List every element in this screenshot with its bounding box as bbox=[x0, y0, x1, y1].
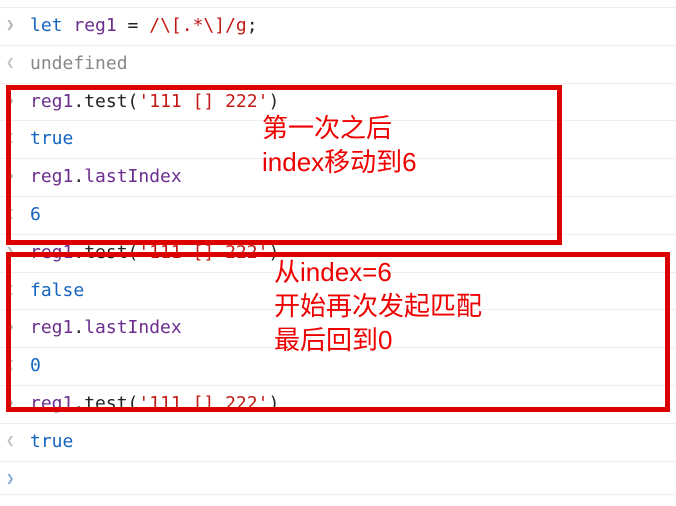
annotation-text-1: 第一次之后 index移动到6 bbox=[262, 112, 417, 180]
console-line: true bbox=[0, 424, 676, 462]
code-text: let reg1 = /\[.*\]/g; bbox=[30, 12, 670, 41]
prompt-out-icon bbox=[6, 50, 30, 74]
annotation-text-2-line3: 最后回到0 bbox=[274, 325, 392, 355]
annotation-text-1-line1: 第一次之后 bbox=[262, 113, 392, 143]
code-text: true bbox=[30, 428, 670, 457]
code-text: undefined bbox=[30, 50, 670, 79]
prompt-icon bbox=[6, 466, 30, 490]
console-line bbox=[0, 0, 676, 8]
annotation-text-2-line1: 从index=6 bbox=[274, 257, 392, 287]
annotation-text-2: 从index=6 开始再次发起匹配 最后回到0 bbox=[274, 256, 482, 357]
console-line: let reg1 = /\[.*\]/g; bbox=[0, 8, 676, 46]
annotation-text-1-line2: index移动到6 bbox=[262, 147, 417, 177]
annotation-text-2-line2: 开始再次发起匹配 bbox=[274, 291, 482, 321]
console-line bbox=[0, 462, 676, 495]
console-line: undefined bbox=[0, 46, 676, 84]
prompt-in-icon bbox=[6, 12, 30, 36]
console-output: let reg1 = /\[.*\]/g;undefinedreg1.test(… bbox=[0, 0, 676, 495]
prompt-out-icon bbox=[6, 428, 30, 452]
